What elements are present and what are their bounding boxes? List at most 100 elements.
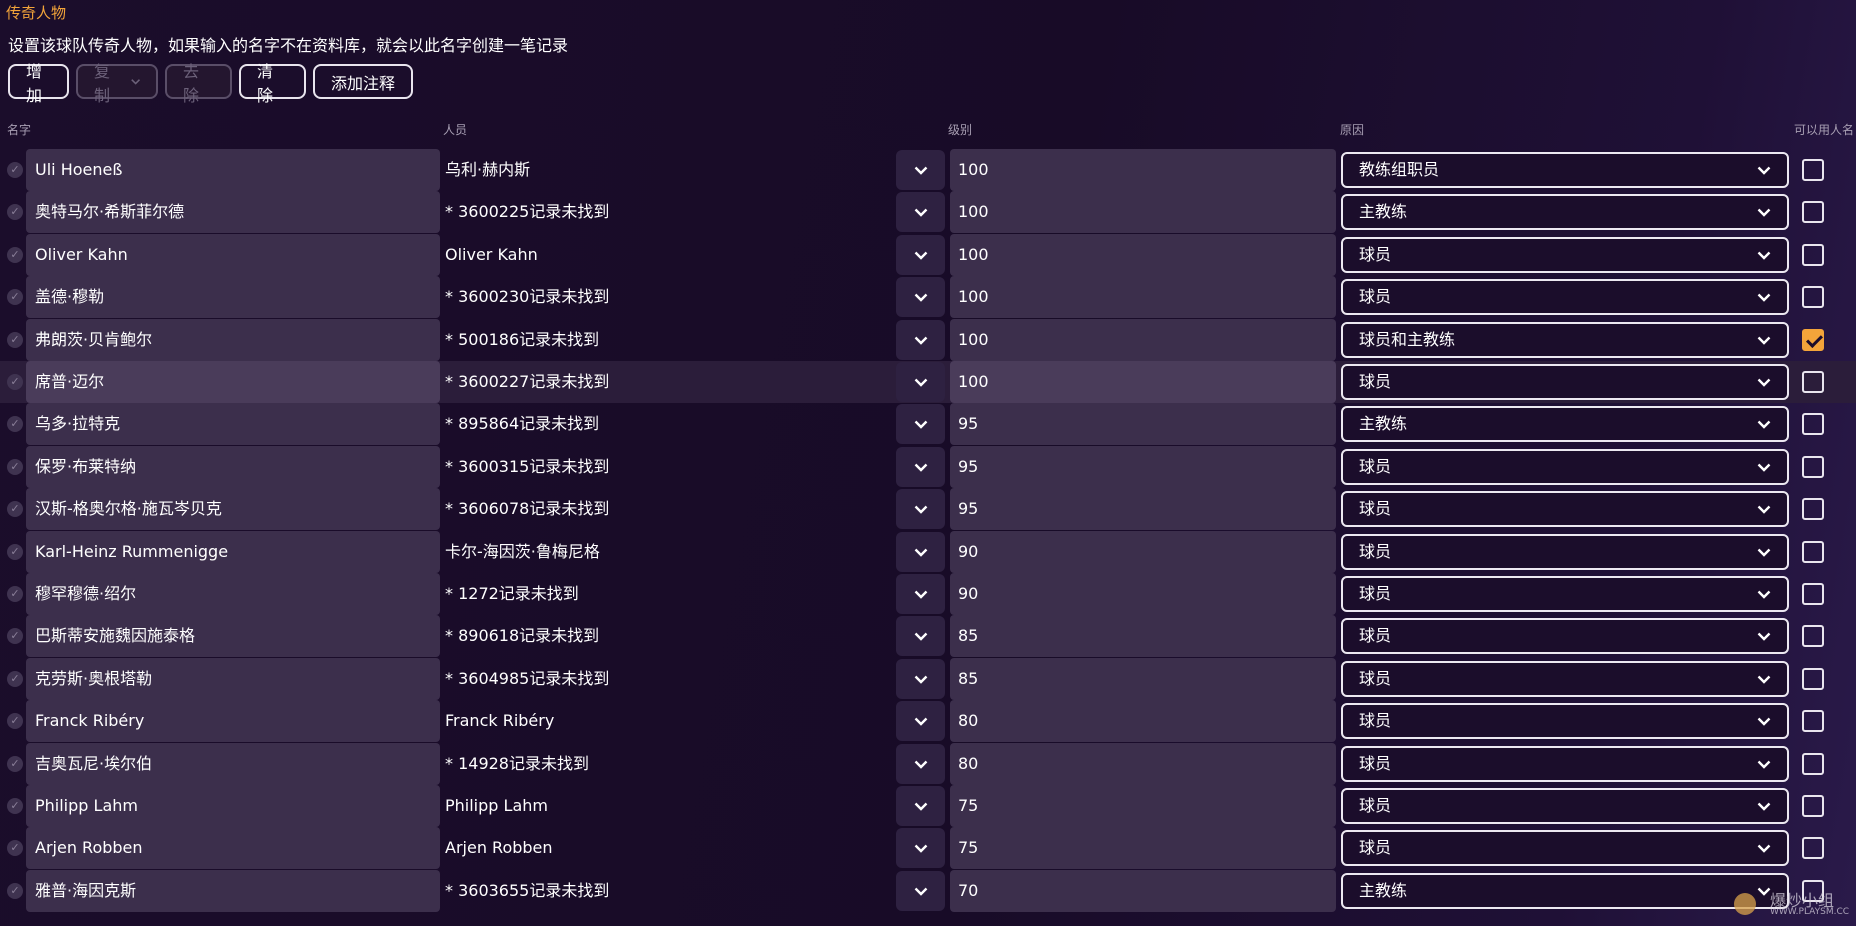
usable-checkbox[interactable]	[1802, 837, 1824, 859]
name-input[interactable]: Uli Hoeneß	[26, 149, 440, 191]
reason-select[interactable]: 球员	[1341, 364, 1789, 400]
person-dropdown-button[interactable]	[896, 192, 945, 232]
usable-checkbox[interactable]	[1802, 753, 1824, 775]
name-input[interactable]: 克劳斯·奥根塔勒	[26, 658, 440, 700]
person-dropdown-button[interactable]	[896, 786, 945, 826]
level-input[interactable]: 90	[950, 531, 1336, 573]
reason-select[interactable]: 球员和主教练	[1341, 322, 1789, 358]
name-input[interactable]: 巴斯蒂安施魏因施泰格	[26, 615, 440, 657]
reason-select[interactable]: 球员	[1341, 237, 1789, 273]
person-dropdown-button[interactable]	[896, 320, 945, 360]
name-input[interactable]: 穆罕穆德·绍尔	[26, 573, 440, 615]
level-input[interactable]: 95	[950, 488, 1336, 530]
level-input[interactable]: 100	[950, 149, 1336, 191]
name-input[interactable]: 盖德·穆勒	[26, 276, 440, 318]
name-input[interactable]: 雅普·海因克斯	[26, 870, 440, 912]
usable-checkbox[interactable]	[1802, 795, 1824, 817]
level-input[interactable]: 100	[950, 234, 1336, 276]
person-dropdown-button[interactable]	[896, 404, 945, 444]
usable-checkbox[interactable]	[1802, 710, 1824, 732]
level-input[interactable]: 85	[950, 615, 1336, 657]
usable-checkbox[interactable]	[1802, 625, 1824, 647]
level-input[interactable]: 95	[950, 446, 1336, 488]
usable-checkbox[interactable]	[1802, 371, 1824, 393]
person-dropdown-button[interactable]	[896, 574, 945, 614]
usable-checkbox[interactable]	[1802, 541, 1824, 563]
level-input[interactable]: 70	[950, 870, 1336, 912]
person-dropdown-button[interactable]	[896, 701, 945, 741]
person-dropdown-button[interactable]	[896, 659, 945, 699]
usable-checkbox[interactable]	[1802, 329, 1824, 351]
person-dropdown-button[interactable]	[896, 871, 945, 911]
name-input[interactable]: Philipp Lahm	[26, 785, 440, 827]
level-input[interactable]: 95	[950, 403, 1336, 445]
usable-checkbox[interactable]	[1802, 201, 1824, 223]
level-input[interactable]: 100	[950, 361, 1336, 403]
level-input[interactable]: 85	[950, 658, 1336, 700]
reason-select[interactable]: 球员	[1341, 788, 1789, 824]
table-row[interactable]: ✓ 巴斯蒂安施魏因施泰格 * 890618记录未找到 85 球员	[0, 615, 1856, 657]
person-dropdown-button[interactable]	[896, 489, 945, 529]
person-dropdown-button[interactable]	[896, 744, 945, 784]
column-header-name[interactable]: 名字	[7, 121, 31, 138]
name-input[interactable]: 吉奥瓦尼·埃尔伯	[26, 743, 440, 785]
name-input[interactable]: Oliver Kahn	[26, 234, 440, 276]
table-row[interactable]: ✓ 奥特马尔·希斯菲尔德 * 3600225记录未找到 100 主教练	[0, 191, 1856, 233]
name-input[interactable]: 乌多·拉特克	[26, 403, 440, 445]
column-header-reason[interactable]: 原因	[1340, 121, 1364, 138]
level-input[interactable]: 75	[950, 827, 1336, 869]
reason-select[interactable]: 教练组职员	[1341, 152, 1789, 188]
name-input[interactable]: Franck Ribéry	[26, 700, 440, 742]
table-row[interactable]: ✓ 席普·迈尔 * 3600227记录未找到 100 球员	[0, 361, 1856, 403]
table-row[interactable]: ✓ 乌多·拉特克 * 895864记录未找到 95 主教练	[0, 403, 1856, 445]
level-input[interactable]: 100	[950, 319, 1336, 361]
table-row[interactable]: ✓ Franck Ribéry Franck Ribéry 80 球员	[0, 700, 1856, 742]
name-input[interactable]: Arjen Robben	[26, 827, 440, 869]
table-row[interactable]: ✓ Arjen Robben Arjen Robben 75 球员	[0, 827, 1856, 869]
reason-select[interactable]: 球员	[1341, 618, 1789, 654]
name-input[interactable]: 席普·迈尔	[26, 361, 440, 403]
level-input[interactable]: 100	[950, 191, 1336, 233]
reason-select[interactable]: 球员	[1341, 576, 1789, 612]
reason-select[interactable]: 球员	[1341, 830, 1789, 866]
person-dropdown-button[interactable]	[896, 447, 945, 487]
reason-select[interactable]: 主教练	[1341, 406, 1789, 442]
column-header-level[interactable]: 级别	[948, 121, 972, 138]
person-dropdown-button[interactable]	[896, 616, 945, 656]
clear-button[interactable]: 清除	[239, 62, 306, 105]
remove-button[interactable]: 去除	[165, 62, 232, 105]
usable-checkbox[interactable]	[1802, 244, 1824, 266]
usable-checkbox[interactable]	[1802, 413, 1824, 435]
add-button[interactable]: 增加	[8, 62, 69, 105]
table-row[interactable]: ✓ Karl-Heinz Rummenigge 卡尔-海因茨·鲁梅尼格 90 球员	[0, 531, 1856, 573]
usable-checkbox[interactable]	[1802, 583, 1824, 605]
reason-select[interactable]: 球员	[1341, 661, 1789, 697]
table-row[interactable]: ✓ Philipp Lahm Philipp Lahm 75 球员	[0, 785, 1856, 827]
table-row[interactable]: ✓ 弗朗茨·贝肯鲍尔 * 500186记录未找到 100 球员和主教练	[0, 319, 1856, 361]
column-header-person[interactable]: 人员	[443, 121, 467, 138]
usable-checkbox[interactable]	[1802, 286, 1824, 308]
name-input[interactable]: 弗朗茨·贝肯鲍尔	[26, 319, 440, 361]
table-row[interactable]: ✓ Oliver Kahn Oliver Kahn 100 球员	[0, 234, 1856, 276]
table-row[interactable]: ✓ 保罗·布莱特纳 * 3600315记录未找到 95 球员	[0, 446, 1856, 488]
person-dropdown-button[interactable]	[896, 362, 945, 402]
level-input[interactable]: 75	[950, 785, 1336, 827]
reason-select[interactable]: 球员	[1341, 449, 1789, 485]
person-dropdown-button[interactable]	[896, 235, 945, 275]
name-input[interactable]: 保罗·布莱特纳	[26, 446, 440, 488]
table-row[interactable]: ✓ Uli Hoeneß 乌利·赫内斯 100 教练组职员	[0, 149, 1856, 191]
name-input[interactable]: 奥特马尔·希斯菲尔德	[26, 191, 440, 233]
level-input[interactable]: 80	[950, 700, 1336, 742]
column-header-usable[interactable]: 可以用人名	[1794, 121, 1854, 138]
reason-select[interactable]: 球员	[1341, 534, 1789, 570]
copy-button[interactable]: 复制	[76, 62, 158, 105]
usable-checkbox[interactable]	[1802, 668, 1824, 690]
reason-select[interactable]: 球员	[1341, 703, 1789, 739]
usable-checkbox[interactable]	[1802, 159, 1824, 181]
reason-select[interactable]: 主教练	[1341, 873, 1789, 909]
person-dropdown-button[interactable]	[896, 828, 945, 868]
add-note-button[interactable]: 添加注释	[313, 64, 413, 99]
usable-checkbox[interactable]	[1802, 498, 1824, 520]
level-input[interactable]: 100	[950, 276, 1336, 318]
reason-select[interactable]: 球员	[1341, 279, 1789, 315]
